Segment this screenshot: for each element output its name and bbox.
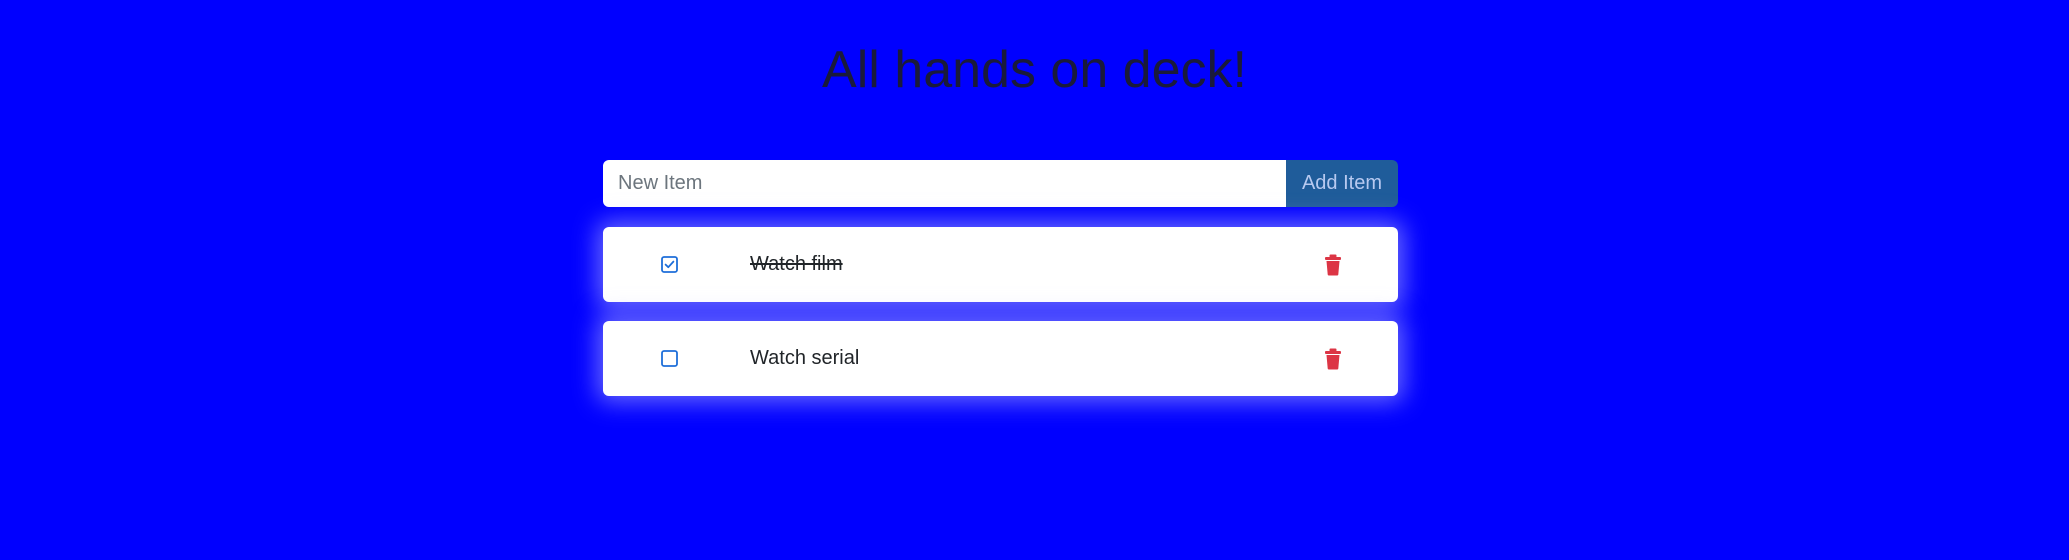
checked-box-icon [661, 256, 678, 273]
todo-list: Watch film Watch serial [603, 227, 1398, 415]
trash-icon [1325, 254, 1341, 276]
delete-button[interactable] [1323, 254, 1343, 276]
todo-label: Watch film [750, 253, 843, 275]
todo-label: Watch serial [750, 347, 860, 369]
add-item-button[interactable]: Add Item [1286, 160, 1398, 207]
todo-app: All hands on deck! Add Item Watch film [0, 0, 2069, 560]
todo-checkbox[interactable] [661, 256, 678, 273]
todo-checkbox[interactable] [661, 350, 678, 367]
todo-item: Watch serial [603, 321, 1398, 396]
todo-item: Watch film [603, 227, 1398, 302]
add-item-form: Add Item [603, 160, 1398, 207]
delete-button[interactable] [1323, 348, 1343, 370]
trash-icon [1325, 348, 1341, 370]
new-item-input[interactable] [603, 160, 1286, 207]
unchecked-box-icon [661, 350, 678, 367]
page-title: All hands on deck! [822, 41, 1247, 99]
